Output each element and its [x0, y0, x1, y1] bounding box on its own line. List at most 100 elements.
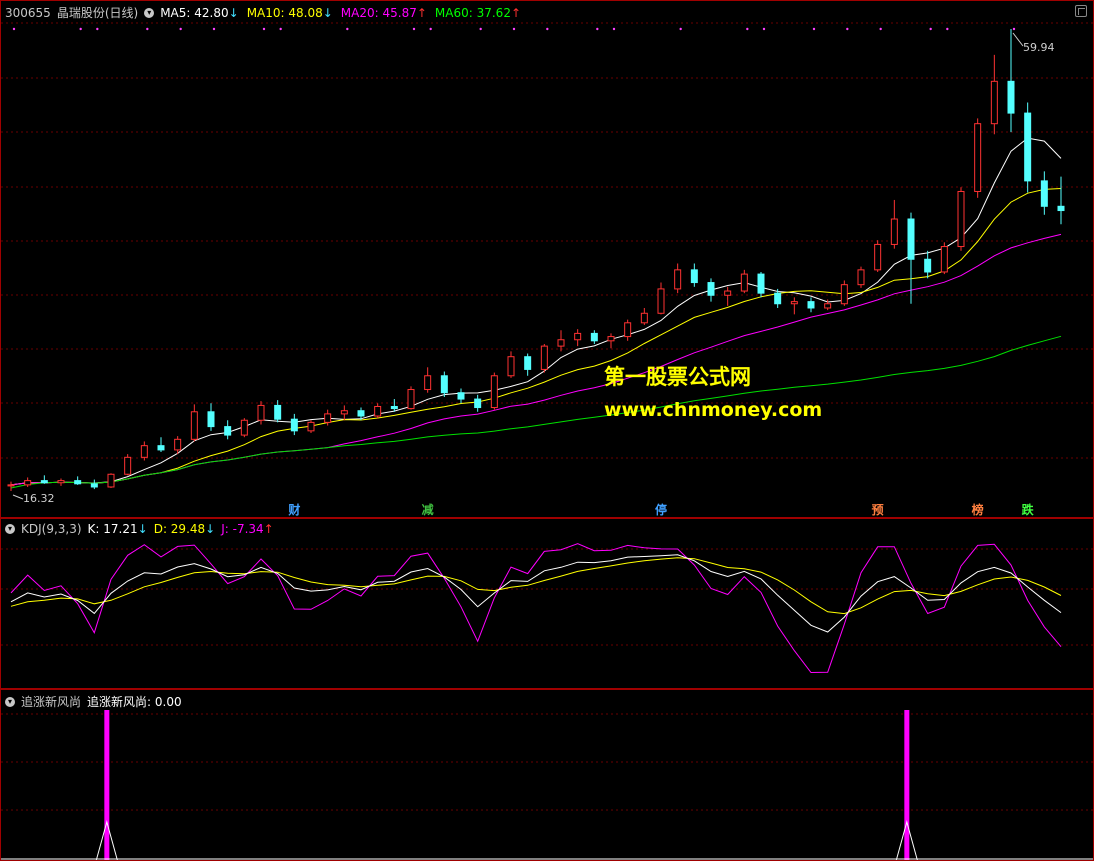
candle-body	[357, 410, 365, 417]
candle	[924, 250, 932, 279]
candle	[474, 394, 482, 412]
candle-body	[974, 123, 982, 192]
kdj-j-line	[10, 543, 1062, 674]
candle-body	[774, 292, 782, 305]
signal-dot	[96, 27, 99, 31]
candle-body	[324, 413, 332, 423]
candle-body	[640, 312, 648, 324]
event-marker[interactable]: 减	[422, 501, 434, 518]
indicator-panel[interactable]: ▾ 追涨新风尚 追涨新风尚: 0.00	[0, 689, 1094, 861]
candle-body	[907, 218, 915, 260]
candle	[624, 319, 632, 341]
signal-dot	[879, 27, 882, 31]
indicator-header: ▾ 追涨新风尚 追涨新风尚: 0.00	[5, 693, 182, 710]
signal-dot	[146, 27, 149, 31]
candle	[157, 437, 165, 453]
signal-dot	[762, 27, 766, 31]
signal-dot	[412, 27, 416, 31]
candle-body	[624, 322, 632, 338]
event-marker[interactable]: 财	[288, 501, 300, 518]
candle-body	[757, 273, 765, 294]
candle-body	[424, 375, 432, 391]
ma20-line	[10, 233, 1062, 486]
candle-body	[74, 480, 82, 485]
candle	[140, 441, 148, 461]
candle	[7, 481, 15, 491]
high-price-pointer	[1012, 32, 1024, 47]
candle-body	[790, 301, 798, 305]
signal-dot	[429, 27, 432, 31]
indicator-settings-icon[interactable]: ▾	[5, 696, 15, 707]
ma-legend-item: MA20: 45.87↑	[341, 6, 427, 20]
ma-trend-arrow-icon: ↑	[510, 5, 522, 20]
candle-body	[390, 405, 398, 410]
candle-body	[574, 332, 582, 341]
kdj-k-text: K: 17.21	[87, 522, 138, 536]
price-chart-panel[interactable]: 300655 晶瑞股份(日线) ▾ MA5: 42.80↓ MA10: 48.08…	[0, 0, 1094, 518]
candle	[607, 333, 615, 349]
candle-body	[1024, 112, 1032, 182]
signal-dot	[612, 27, 616, 31]
candle	[957, 187, 965, 251]
indicator-title: 追涨新风尚	[21, 695, 82, 709]
low-price-pointer	[12, 494, 24, 500]
kdj-header: ▾ KDJ(9,3,3) K: 17.21↓ D: 29.48↓ J: -7.3…	[5, 522, 274, 536]
candle-body	[407, 389, 415, 410]
candle	[107, 473, 115, 489]
candle	[874, 240, 882, 272]
candle	[40, 475, 48, 484]
event-marker[interactable]: 跌	[1022, 501, 1034, 518]
candle	[640, 307, 648, 325]
event-marker[interactable]: 榜	[972, 501, 984, 518]
candle-body	[257, 404, 265, 421]
candle-body	[7, 484, 15, 487]
candle-body	[524, 356, 532, 370]
candle	[540, 343, 548, 373]
signal-dot	[512, 27, 516, 31]
candle-body	[140, 445, 148, 458]
kdj-settings-icon[interactable]: ▾	[5, 524, 15, 534]
candle	[57, 478, 65, 486]
candle-body	[824, 303, 832, 309]
stock-name: 晶瑞股份(日线)	[57, 4, 138, 21]
price-chart-header: 300655 晶瑞股份(日线) ▾ MA5: 42.80↓ MA10: 48.08…	[5, 4, 521, 21]
low-price-text: 16.32	[23, 492, 55, 505]
candle-body	[1057, 205, 1065, 212]
candle-body	[857, 269, 865, 286]
kdj-j-value: J: -7.34↑	[221, 522, 274, 536]
signal-dot	[1012, 27, 1016, 31]
maximize-icon[interactable]	[1075, 5, 1087, 17]
candle-body	[190, 411, 198, 440]
signal-bar	[904, 710, 910, 860]
candle	[790, 297, 798, 315]
candle	[1007, 29, 1015, 133]
event-marker[interactable]: 停	[655, 501, 667, 518]
candle	[1040, 171, 1048, 215]
candle	[74, 476, 82, 485]
signal-dot	[262, 27, 266, 31]
signal-dot	[179, 27, 182, 31]
candle	[390, 399, 398, 412]
stock-period: (日线)	[104, 6, 139, 20]
signal-dot	[346, 27, 349, 31]
kdj-title: KDJ(9,3,3)	[21, 522, 82, 536]
settings-circle-icon[interactable]: ▾	[144, 7, 155, 18]
event-marker[interactable]: 预	[872, 501, 884, 518]
candle-body	[590, 332, 598, 342]
candle-body	[374, 405, 382, 417]
candle	[124, 454, 132, 476]
signal-dot	[212, 27, 216, 31]
signal-dot	[746, 27, 749, 31]
candle-body	[1040, 180, 1048, 207]
candle	[890, 199, 898, 249]
signal-dot	[596, 27, 599, 31]
candle-body	[457, 392, 465, 400]
candle-body	[490, 375, 498, 409]
ma10-line	[10, 188, 1062, 486]
candle	[307, 420, 315, 433]
candle	[940, 242, 948, 275]
candle	[974, 118, 982, 198]
kdj-k-arrow-icon: ↓	[137, 522, 148, 536]
candle	[557, 330, 565, 352]
kdj-panel[interactable]: ▾ KDJ(9,3,3) K: 17.21↓ D: 29.48↓ J: -7.3…	[0, 518, 1094, 689]
